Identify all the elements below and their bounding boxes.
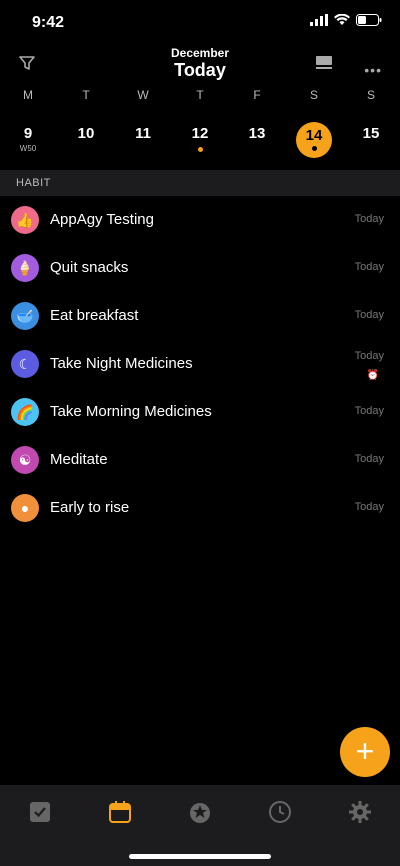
weekday-label: M [23,88,33,102]
habit-when: Today [354,309,384,321]
clock-icon [269,801,291,823]
habit-row[interactable]: 🥣 Eat breakfast Today [0,292,400,340]
habit-when: Today [354,213,384,225]
habit-list: 👍 AppAgy Testing Today 🍦 Quit snacks Today 🥣 Ea… [0,196,400,532]
tab-timer[interactable] [260,797,300,827]
weekday-label: T [196,88,204,102]
habit-when: Today [354,261,384,273]
gear-icon [349,801,371,823]
habit-name: Take Morning Medicines [50,403,212,420]
date-cell[interactable]: 12 [180,124,220,160]
date-number: 13 [248,125,266,142]
date-number: 15 [362,125,380,142]
balloon-icon[interactable]: ● [11,494,39,522]
habit-when: Today [354,501,384,513]
date-number: 10 [77,125,95,142]
habit-row[interactable]: 🍦 Quit snacks Today [0,244,400,292]
moon-sleep-icon[interactable]: ☾ [11,350,39,378]
habit-name: Early to rise [50,499,130,516]
weekday-label: S [309,88,318,102]
date-cell[interactable]: 13 [237,124,277,160]
header: December Today ••• [0,40,400,86]
date-cell[interactable]: 15 [351,124,391,160]
date-number: 11 [135,125,151,142]
date-cell[interactable]: 11 [123,124,163,160]
tab-habit[interactable] [180,797,220,827]
status-bar: 9:42 [0,0,400,44]
weekday-label: T [82,88,90,102]
weekday-label: S [366,88,375,102]
wifi-icon [334,14,350,25]
habit-when: Today [354,350,384,362]
habit-name: Quit snacks [50,259,129,276]
date-number: 9 [23,125,33,142]
thumbs-up-icon[interactable]: 👍 [11,206,39,234]
habit-row[interactable]: ☯ Meditate Today [0,436,400,484]
snack-icon[interactable]: 🍦 [11,254,39,282]
week-number: W50 [19,144,37,153]
habit-name: AppAgy Testing [50,211,154,228]
date-number: 12 [191,125,209,142]
header-month: December [170,46,230,60]
home-indicator [129,854,271,859]
checkbox-icon [30,802,50,822]
event-dot [197,147,203,152]
date-cell[interactable]: 10 [66,124,106,160]
status-time: 9:42 [32,14,65,31]
weekday-label: W [137,88,149,102]
tab-calendar[interactable] [100,797,140,827]
habit-row[interactable]: ☾ Take Night Medicines Today ⏰ [0,340,400,388]
add-habit-button[interactable]: + [340,727,390,777]
tab-tasks[interactable] [20,797,60,827]
meditate-icon[interactable]: ☯ [11,446,39,474]
breakfast-icon[interactable]: 🥣 [11,302,39,330]
more-icon[interactable]: ••• [364,62,382,78]
habit-when: Today [354,405,384,417]
week-strip: M T W T F S S 9 W50 10 11 12 13 14 15 [0,88,400,168]
date-number: 14 [305,127,323,144]
battery-icon [356,14,382,26]
alarm-icon: ⏰ [366,370,379,381]
tab-settings[interactable] [340,797,380,827]
date-cell[interactable]: 9 W50 [8,124,48,160]
habit-name: Take Night Medicines [50,355,193,372]
section-header: HABIT [0,170,400,196]
habit-icon [190,803,210,823]
habit-when: Today [354,453,384,465]
signal-icon [310,14,328,26]
view-toggle-icon[interactable] [314,54,334,77]
section-label: HABIT [16,177,51,189]
rainbow-icon[interactable]: 🌈 [11,398,39,426]
habit-row[interactable]: 🌈 Take Morning Medicines Today [0,388,400,436]
weekday-label: F [253,88,261,102]
habit-row[interactable]: ● Early to rise Today [0,484,400,532]
calendar-icon [109,801,131,823]
page-title[interactable]: Today [0,60,400,81]
habit-name: Eat breakfast [50,307,139,324]
date-selected[interactable]: 14 [296,122,332,158]
habit-name: Meditate [50,451,108,468]
habit-row[interactable]: 👍 AppAgy Testing Today [0,196,400,244]
status-icons [310,14,382,26]
